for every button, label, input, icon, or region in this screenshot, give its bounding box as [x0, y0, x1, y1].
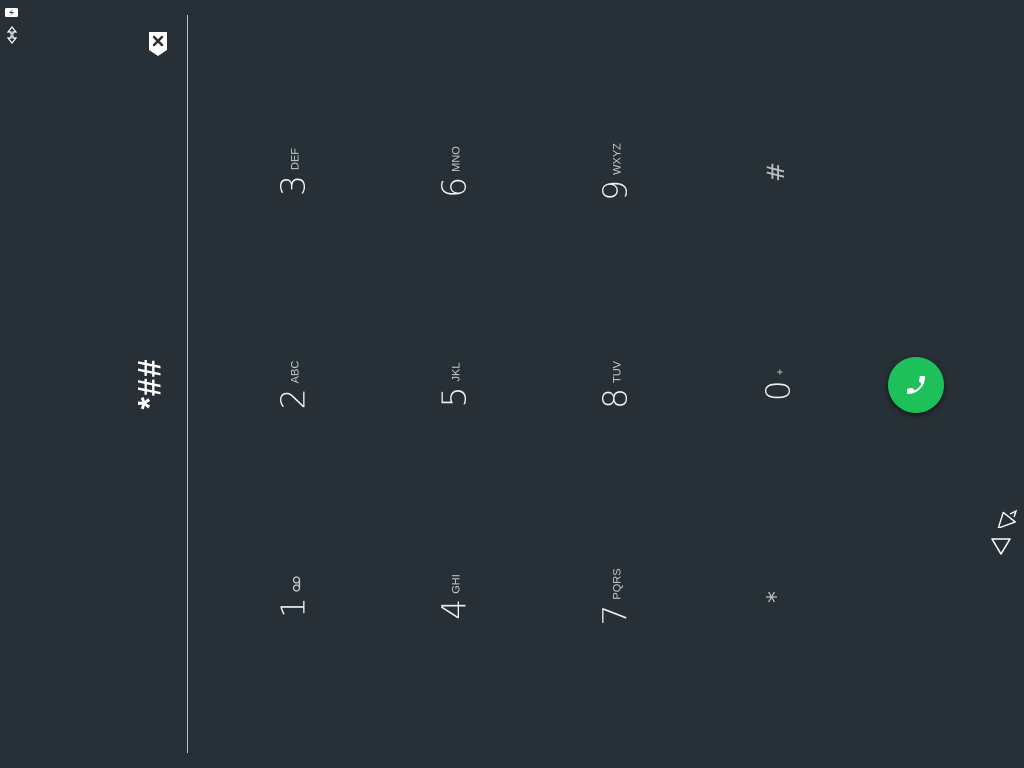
battery-charging-icon [4, 6, 20, 22]
key-2[interactable]: 2 ABC [233, 310, 353, 460]
key-3[interactable]: 3 DEF [233, 97, 353, 247]
phone-icon [907, 376, 925, 394]
key-4[interactable]: 4 GHI [394, 522, 514, 672]
backspace-icon [149, 32, 167, 56]
key-0[interactable]: 0 + [718, 310, 838, 460]
key-star[interactable]: * [716, 522, 836, 672]
dialed-number: *## [131, 358, 168, 410]
key-digit: 9 [595, 179, 635, 201]
key-8[interactable]: 8 TUV [555, 310, 675, 460]
digits-divider [187, 15, 188, 753]
key-6[interactable]: 6 MNO [394, 97, 514, 247]
data-arrows-icon [4, 26, 20, 44]
key-5[interactable]: 5 JKL [394, 310, 514, 460]
key-letters: GHI [450, 574, 462, 594]
key-digit: 1 [273, 597, 313, 618]
key-letters: WXYZ [611, 143, 623, 175]
key-letters: MNO [450, 146, 462, 172]
back-triangle-icon [991, 538, 1011, 555]
key-letters: ABC [289, 360, 301, 384]
key-letters: DEF [289, 148, 301, 170]
key-digit: 3 [273, 175, 313, 196]
key-digit: # [762, 161, 790, 183]
key-digit: 8 [595, 388, 635, 409]
back-button[interactable] [990, 535, 1012, 557]
backspace-button[interactable] [145, 30, 171, 58]
key-7[interactable]: 7 PQRS [555, 522, 675, 672]
call-button[interactable] [888, 357, 944, 413]
cursor-icon [994, 508, 1018, 529]
key-letters: + [774, 368, 786, 376]
key-digit: 5 [434, 386, 474, 408]
key-digit: 0 [758, 380, 798, 402]
key-hash[interactable]: # [716, 97, 836, 247]
key-letters: JKL [450, 362, 462, 382]
key-digit: 6 [434, 176, 474, 198]
key-digit: 7 [595, 604, 635, 626]
voicemail-icon [292, 576, 300, 592]
key-letters: PQRS [611, 568, 623, 600]
key-digit: 4 [434, 598, 474, 620]
key-digit: 2 [273, 388, 313, 410]
key-9[interactable]: 9 WXYZ [555, 97, 675, 247]
key-letters: TUV [611, 361, 623, 383]
key-1[interactable]: 1 [233, 522, 353, 672]
key-digit: * [762, 591, 790, 603]
